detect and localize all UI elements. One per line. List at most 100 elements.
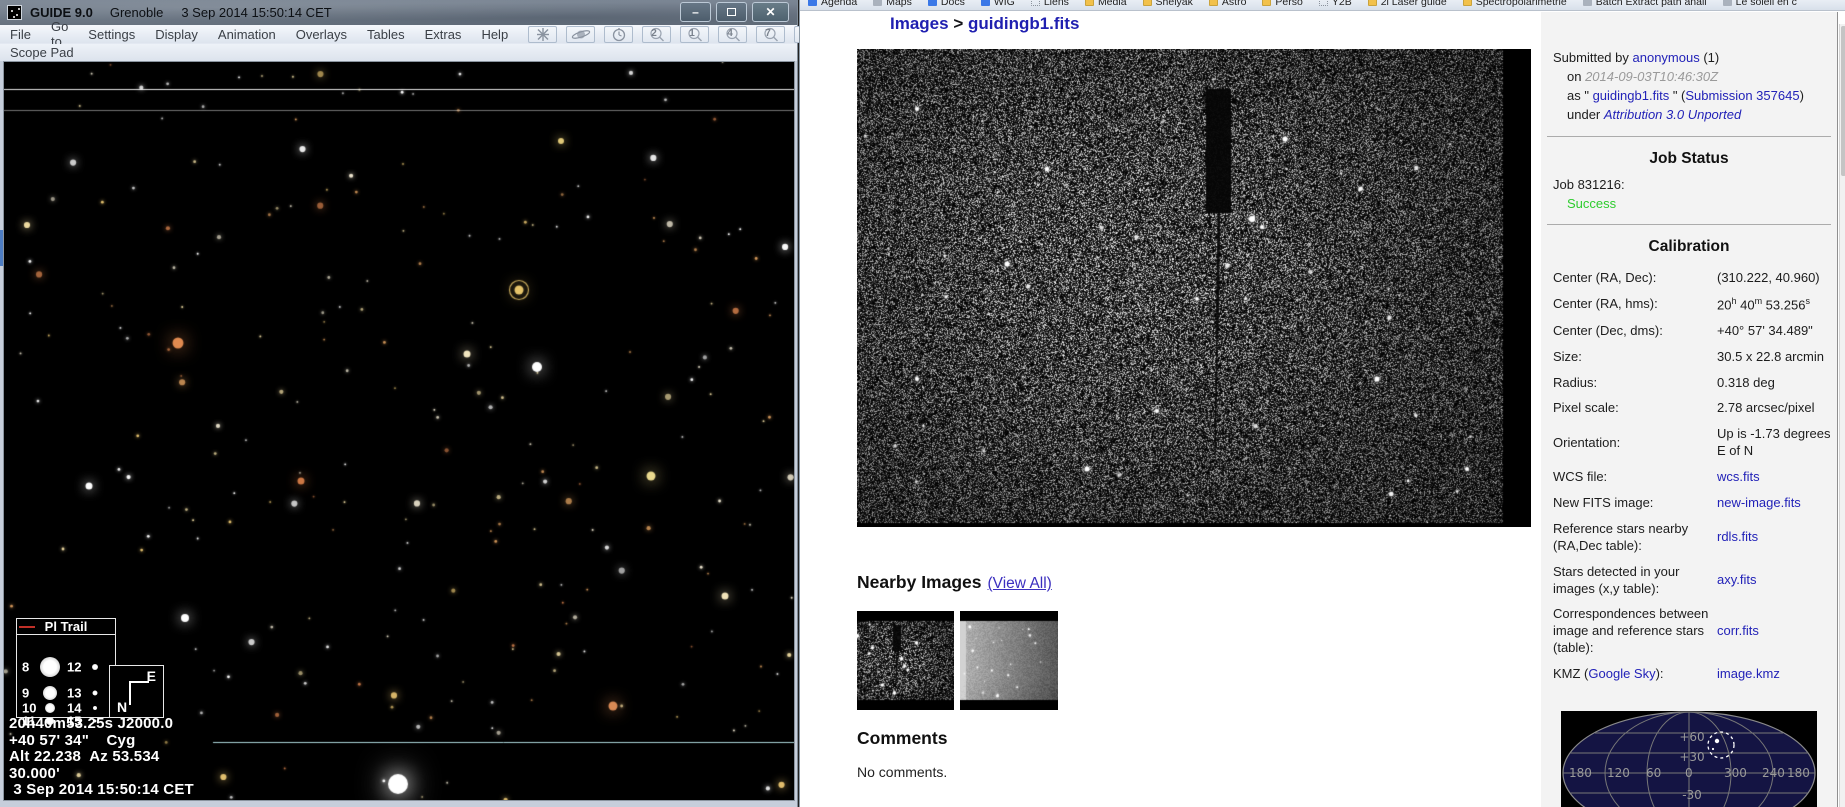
bookmark-folder-icon — [808, 0, 817, 6]
calibration-value: wcs.fits — [1717, 469, 1833, 486]
menu-item-settings[interactable]: Settings — [78, 25, 145, 43]
maximize-icon — [727, 8, 736, 16]
svg-text:120: 120 — [1607, 766, 1630, 780]
divider — [1547, 224, 1831, 225]
bookmark-wig[interactable]: WIG — [981, 0, 1015, 8]
fits-image — [857, 49, 1531, 527]
bookmark-shelyak[interactable]: Shelyak — [1143, 0, 1193, 8]
sidebar-link[interactable]: guidingb1.fits — [1593, 88, 1670, 103]
svg-text:180: 180 — [1569, 766, 1592, 780]
svg-text:180: 180 — [1787, 766, 1810, 780]
zoom-level-1-button[interactable]: 1 — [680, 26, 709, 43]
bookmark-folder-icon — [1463, 0, 1472, 6]
legend-title: Pl Trail — [17, 619, 115, 635]
sidebar-link[interactable]: Submission 357645 — [1685, 88, 1799, 103]
saturn-planet-icon[interactable] — [566, 26, 595, 43]
north-label: N — [117, 699, 127, 715]
calibration-value: image.kmz — [1717, 666, 1833, 683]
calibration-value: +40° 57' 34.489" — [1717, 323, 1833, 340]
clock-icon[interactable] — [604, 26, 633, 43]
google-sky-link[interactable]: Google Sky — [1588, 666, 1655, 681]
screen: GUIDE 9.0 Grenoble 3 Sep 2014 15:50:14 C… — [0, 0, 1845, 807]
calibration-file-link[interactable]: corr.fits — [1717, 623, 1759, 638]
sidebar-link[interactable]: anonymous — [1633, 50, 1700, 65]
bookmark-folder-icon — [1723, 0, 1732, 6]
calibration-file-link[interactable]: wcs.fits — [1717, 469, 1760, 484]
minimize-button[interactable]: – — [680, 2, 711, 22]
bookmark-folder-icon — [1583, 0, 1592, 6]
sidebar-link[interactable]: Attribution 3.0 Unported — [1604, 107, 1741, 122]
calibration-label: Center (RA, Dec): — [1553, 270, 1711, 287]
bookmark-folder-icon — [1368, 0, 1377, 6]
job-status-value: Success — [1541, 196, 1837, 213]
guide-window-bottom-border — [0, 801, 797, 807]
bookmark-liens[interactable]: Liens — [1031, 0, 1069, 8]
guide-title-location: Grenoble — [110, 5, 163, 20]
bookmark-media[interactable]: Media — [1085, 0, 1127, 8]
calibration-value: 0.318 deg — [1717, 375, 1833, 392]
bookmark-agenda[interactable]: Agenda — [808, 0, 857, 8]
bookmark-batch-extract-path-anali[interactable]: Batch Extract path anali — [1583, 0, 1707, 8]
calibration-value: (310.222, 40.960) — [1717, 270, 1833, 287]
calibration-file-link[interactable]: axy.fits — [1717, 572, 1757, 587]
menu-item-scope-pad[interactable]: Scope Pad — [0, 45, 74, 60]
menu-item-tables[interactable]: Tables — [357, 25, 415, 43]
calibration-label: Size: — [1553, 349, 1711, 366]
bookmark-spectropolarimetrie[interactable]: Spectropolarimetrie — [1463, 0, 1567, 8]
menu-item-go-to[interactable]: Go to — [41, 25, 78, 43]
maximize-button[interactable] — [716, 2, 747, 22]
nearby-thumbnail-1[interactable] — [857, 611, 954, 710]
menu-item-help[interactable]: Help — [471, 25, 518, 43]
close-button[interactable]: ✕ — [752, 2, 789, 22]
svg-text:300: 300 — [1724, 766, 1747, 780]
calibration-value: Up is -1.73 degrees E of N — [1717, 426, 1833, 460]
zoom-level-7-button[interactable]: 7 — [756, 26, 785, 43]
svg-text:+60: +60 — [1679, 730, 1704, 744]
menu-item-file[interactable]: File — [0, 25, 41, 43]
bookmark-perso[interactable]: Perso — [1262, 0, 1302, 8]
scrollbar-thumb[interactable] — [1841, 26, 1845, 176]
guide-titlebar[interactable]: GUIDE 9.0 Grenoble 3 Sep 2014 15:50:14 C… — [0, 0, 797, 25]
guide-menubar-row2: Scope Pad — [0, 44, 797, 61]
menu-item-animation[interactable]: Animation — [208, 25, 286, 43]
sky-location-globe: 180120600300240180+60+30-30-60 — [1561, 711, 1817, 807]
license-line: under Attribution 3.0 Unported — [1553, 107, 1827, 124]
zoom-level-2-button[interactable]: 2 — [642, 26, 671, 43]
bookmark-maps[interactable]: Maps — [873, 0, 912, 8]
job-status-heading: Job Status — [1541, 149, 1837, 169]
minimize-icon: – — [692, 6, 699, 18]
fits-image-canvas — [857, 49, 1531, 527]
calibration-value: 20h 40m 53.256s — [1717, 296, 1833, 314]
bookmark-folder-icon — [1262, 0, 1271, 6]
bookmark-le-soleil-en-c[interactable]: Le soleil en c — [1723, 0, 1797, 8]
guide-menubar: FileGo toSettingsDisplayAnimationOverlay… — [0, 25, 797, 44]
sparkle-star-icon[interactable] — [528, 26, 557, 43]
menu-item-extras[interactable]: Extras — [415, 25, 472, 43]
close-icon: ✕ — [765, 6, 775, 18]
breadcrumb-link-guidingb1.fits[interactable]: guidingb1.fits — [968, 14, 1079, 33]
page-content: Images > guidingb1.fits Nearby Images(Vi… — [800, 12, 1845, 807]
bookmarks-bar: Agenda Maps Docs WIG Liens Media Shelyak Astro P… — [800, 0, 1845, 11]
bookmark-y2b[interactable]: Y2B — [1319, 0, 1352, 8]
page-scrollbar[interactable] — [1839, 24, 1845, 807]
bookmark-astro[interactable]: Astro — [1209, 0, 1247, 8]
calibration-file-link[interactable]: new-image.fits — [1717, 495, 1801, 510]
bookmark-docs[interactable]: Docs — [928, 0, 965, 8]
submitted-as-line: as " guidingb1.fits " (Submission 357645… — [1553, 88, 1827, 105]
nearby-thumbnail-2[interactable] — [960, 611, 1058, 710]
breadcrumb-link-images[interactable]: Images — [890, 14, 949, 33]
window-buttons: – ✕ — [680, 2, 789, 22]
zoom-level-4-button[interactable]: 4 — [718, 26, 747, 43]
calibration-label: New FITS image: — [1553, 495, 1711, 512]
view-all-link[interactable]: (View All) — [988, 575, 1052, 592]
menu-item-display[interactable]: Display — [145, 25, 208, 43]
no-comments-text: No comments. — [857, 764, 947, 780]
submitted-by-line: Submitted by anonymous (1) — [1553, 50, 1827, 67]
calibration-label: Center (RA, hms): — [1553, 296, 1711, 313]
calibration-file-link[interactable]: image.kmz — [1717, 666, 1780, 681]
bookmark-2i-laser-guide[interactable]: 2i Laser guide — [1368, 0, 1447, 8]
calibration-file-link[interactable]: rdls.fits — [1717, 529, 1758, 544]
breadcrumb: Images > guidingb1.fits — [890, 14, 1079, 34]
menu-item-overlays[interactable]: Overlays — [286, 25, 357, 43]
calibration-label: Reference stars nearby (RA,Dec table): — [1553, 521, 1711, 555]
